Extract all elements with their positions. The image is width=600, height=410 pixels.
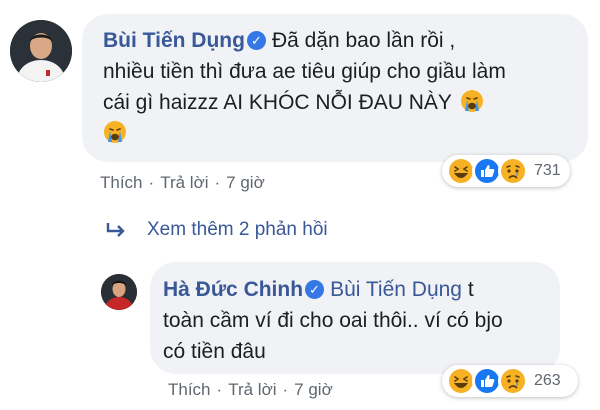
- avatar-image: [101, 274, 137, 310]
- comment-text: Bùi Tiến Dụng ✓ Đã dặn bao lần rồi , nhiều…: [103, 25, 573, 149]
- comment-line: có tiền đâu: [163, 340, 266, 363]
- view-more-replies-link[interactable]: Xem thêm 2 phản hồi: [105, 219, 328, 241]
- separator-dot: ·: [148, 173, 155, 192]
- view-more-label: Xem thêm 2 phản hồi: [147, 219, 328, 240]
- crying-face-emoji-icon: [104, 121, 126, 143]
- separator-dot: ·: [282, 380, 289, 399]
- sad-icon: [498, 156, 528, 186]
- comment-line: toàn cầm ví đi cho oai thôi.. ví có bjo: [163, 309, 503, 332]
- reaction-count: 731: [534, 162, 561, 179]
- comment-author-name[interactable]: Bùi Tiến Dụng: [103, 29, 245, 52]
- reactions-summary[interactable]: 731: [442, 155, 570, 187]
- crying-face-emoji-icon: [461, 90, 484, 112]
- reply-actions: Thích · Trả lời · 7 giờ: [168, 380, 333, 400]
- reply-author-name[interactable]: Hà Đức Chinh: [163, 278, 303, 301]
- comment-line: Đã dặn bao lần rồi ,: [271, 29, 456, 52]
- verified-badge-icon: ✓: [246, 31, 266, 50]
- mention-link[interactable]: Bùi Tiến Dụng: [330, 278, 462, 301]
- like-link[interactable]: Thích: [100, 173, 143, 192]
- sad-icon: [498, 366, 528, 396]
- verified-badge-icon: ✓: [305, 280, 325, 299]
- separator-dot: ·: [214, 173, 221, 192]
- reply-link[interactable]: Trả lời: [228, 380, 276, 399]
- reply-link[interactable]: Trả lời: [160, 173, 208, 192]
- comment-line: cái gì haizzz AI KHÓC NỖI ĐAU NÀY: [103, 91, 452, 114]
- separator-dot: ·: [216, 380, 223, 399]
- comment-actions: Thích · Trả lời · 7 giờ: [100, 173, 265, 193]
- reactions-summary[interactable]: 263: [442, 365, 578, 397]
- avatar-ha-duc-chinh[interactable]: [101, 274, 137, 310]
- timestamp[interactable]: 7 giờ: [226, 173, 265, 192]
- reaction-count: 263: [534, 372, 561, 389]
- comment-line: nhiều tiền thì đưa ae tiêu giúp cho giầu…: [103, 60, 506, 83]
- reply-arrow-icon: [106, 223, 125, 237]
- comment-line: t: [467, 278, 474, 301]
- timestamp[interactable]: 7 giờ: [294, 380, 333, 399]
- reply-text: Hà Đức Chinh ✓ Bùi Tiến Dụng t toàn cầm ví…: [163, 274, 543, 367]
- avatar-bui-tien-dung[interactable]: [10, 20, 72, 82]
- avatar-image: [10, 20, 72, 82]
- like-link[interactable]: Thích: [168, 380, 211, 399]
